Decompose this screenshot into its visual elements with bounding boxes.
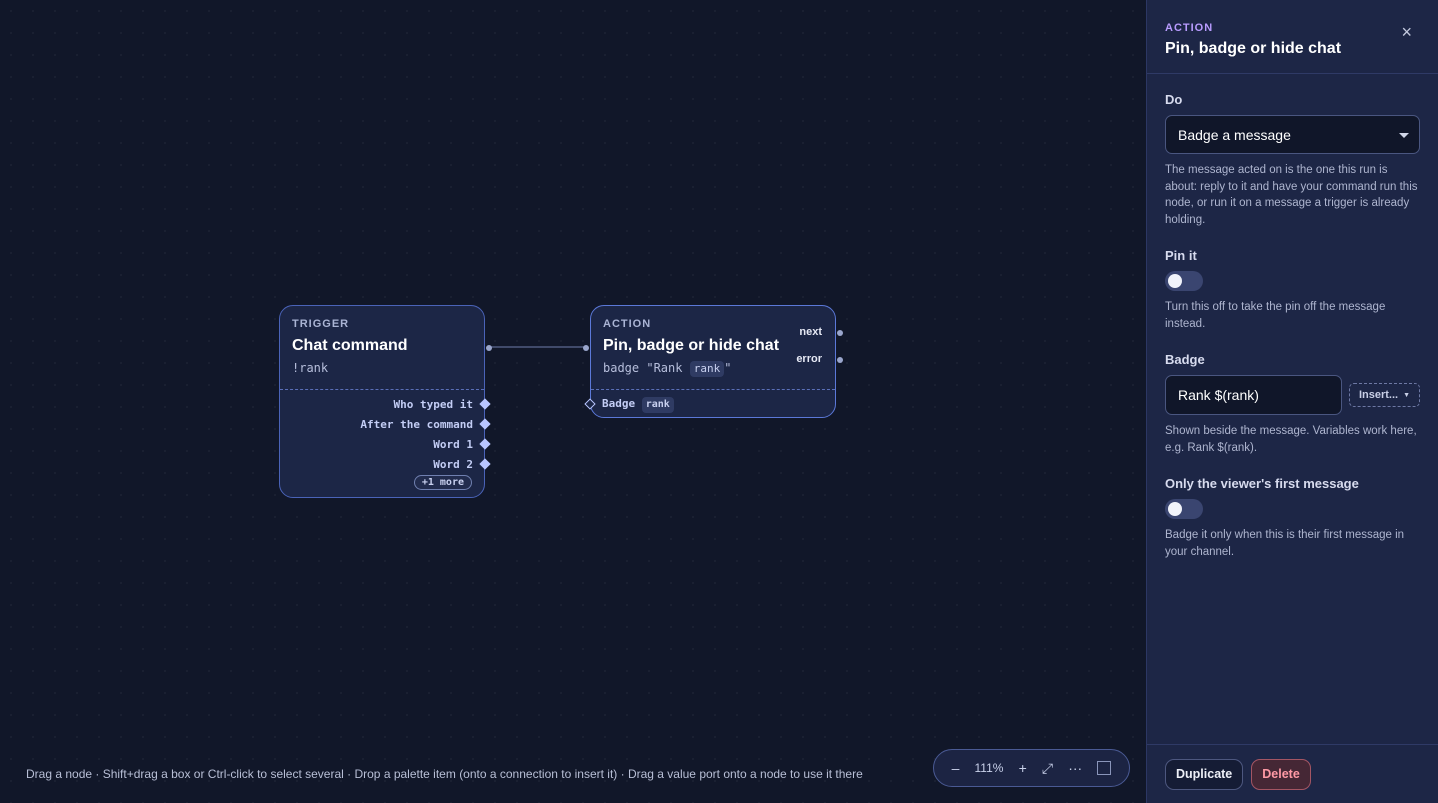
first-message-label: Only the viewer's first message xyxy=(1165,476,1359,491)
badge-field: Badge Rank $(rank) Insert... ▼ Shown bes… xyxy=(1165,352,1420,456)
do-help-text: The message acted on is the one this run… xyxy=(1165,164,1418,226)
port-label-who-typed-it: Who typed it xyxy=(393,398,473,411)
subtitle-suffix: " xyxy=(724,361,732,375)
value-port-who-typed-it[interactable] xyxy=(479,398,491,410)
chevron-down-icon xyxy=(1399,133,1409,138)
node-kind-label: ACTION xyxy=(603,318,652,330)
port-label-word-2: Word 2 xyxy=(433,458,473,471)
insert-label: Insert... xyxy=(1358,389,1399,401)
zoom-out-button[interactable]: – xyxy=(952,760,960,776)
insert-variable-button[interactable]: Insert... ▼ xyxy=(1348,383,1420,407)
output-port-error[interactable] xyxy=(837,357,843,363)
panel-body: Do Badge a message The message acted on … xyxy=(1147,74,1438,560)
node-header: TRIGGER Chat command !rank xyxy=(280,306,484,375)
panel-header: ACTION Pin, badge or hide chat × xyxy=(1147,0,1438,74)
output-label-next: next xyxy=(799,326,822,338)
delete-button[interactable]: Delete xyxy=(1251,758,1311,790)
output-label-error: error xyxy=(796,353,822,365)
port-label-word-1: Word 1 xyxy=(433,438,473,451)
canvas-hint: Drag a node · Shift+drag a box or Ctrl-c… xyxy=(26,767,863,781)
zoom-level: 111% xyxy=(974,761,1004,775)
output-port-next[interactable] xyxy=(837,330,843,336)
first-message-toggle[interactable] xyxy=(1165,499,1203,519)
do-select-value: Badge a message xyxy=(1178,126,1291,143)
node-subtitle: !rank xyxy=(292,361,329,375)
do-field: Do Badge a message The message acted on … xyxy=(1165,92,1420,228)
do-label: Do xyxy=(1165,92,1183,107)
zoom-toolbar: – 111% + ⤢ ··· xyxy=(933,749,1130,787)
action-node[interactable]: ACTION Pin, badge or hide chat badge "Ra… xyxy=(583,305,843,418)
pin-label: Pin it xyxy=(1165,248,1197,263)
do-select[interactable]: Badge a message xyxy=(1165,115,1420,154)
panel-footer: Duplicate Delete xyxy=(1147,744,1438,803)
node-subtitle: badge "Rank rank " xyxy=(603,361,823,377)
first-message-help-text: Badge it only when this is their first m… xyxy=(1165,529,1405,558)
value-input-port-badge[interactable] xyxy=(584,398,596,410)
connection-layer xyxy=(490,346,585,348)
input-variable-chip: rank xyxy=(641,397,674,413)
pin-toggle[interactable] xyxy=(1165,271,1203,291)
subtitle-prefix: badge "Rank xyxy=(603,361,690,375)
value-port-after-the-command[interactable] xyxy=(479,418,491,430)
badge-input[interactable]: Rank $(rank) xyxy=(1165,375,1342,415)
panel-kind-label: ACTION xyxy=(1165,22,1214,34)
node-kind-label: TRIGGER xyxy=(292,318,350,330)
panel-title: Pin, badge or hide chat xyxy=(1165,40,1342,57)
badge-input-row: Rank $(rank) Insert... ▼ xyxy=(1165,375,1420,415)
action-input-port[interactable] xyxy=(583,345,589,351)
value-port-word-1[interactable] xyxy=(479,438,491,450)
more-ports-button[interactable]: +1 more xyxy=(413,475,472,490)
node-title: Chat command xyxy=(292,337,408,354)
chevron-down-icon: ▼ xyxy=(1403,391,1410,399)
fit-view-icon[interactable]: ⤢ xyxy=(1042,760,1053,777)
variable-chip: rank xyxy=(689,361,725,377)
trigger-node[interactable]: TRIGGER Chat command !rank Who typed it … xyxy=(279,305,492,498)
node-divider xyxy=(280,389,484,390)
duplicate-button[interactable]: Duplicate xyxy=(1165,758,1244,790)
input-label-text: Badge xyxy=(602,397,636,410)
badge-label: Badge xyxy=(1165,352,1205,367)
port-label-after-the-command: After the command xyxy=(360,418,473,431)
node-inspector-panel: ACTION Pin, badge or hide chat × Do Badg… xyxy=(1146,0,1438,803)
zoom-in-button[interactable]: + xyxy=(1019,760,1027,776)
node-title: Pin, badge or hide chat xyxy=(603,337,780,354)
minimap-toggle-icon[interactable] xyxy=(1097,761,1112,775)
badge-help-text: Shown beside the message. Variables work… xyxy=(1165,425,1417,454)
node-header: ACTION Pin, badge or hide chat badge "Ra… xyxy=(591,306,835,377)
close-icon[interactable]: × xyxy=(1401,22,1412,43)
pin-field: Pin it Turn this off to take the pin off… xyxy=(1165,248,1420,332)
input-label-badge: Badge rank xyxy=(602,397,674,413)
value-port-word-2[interactable] xyxy=(479,458,491,470)
more-options-icon[interactable]: ··· xyxy=(1068,760,1082,776)
flow-canvas[interactable]: TRIGGER Chat command !rank Who typed it … xyxy=(0,0,1146,803)
trigger-output-port[interactable] xyxy=(486,345,492,351)
node-divider xyxy=(591,389,835,390)
first-message-field: Only the viewer's first message Badge it… xyxy=(1165,476,1420,560)
pin-help-text: Turn this off to take the pin off the me… xyxy=(1165,301,1386,330)
